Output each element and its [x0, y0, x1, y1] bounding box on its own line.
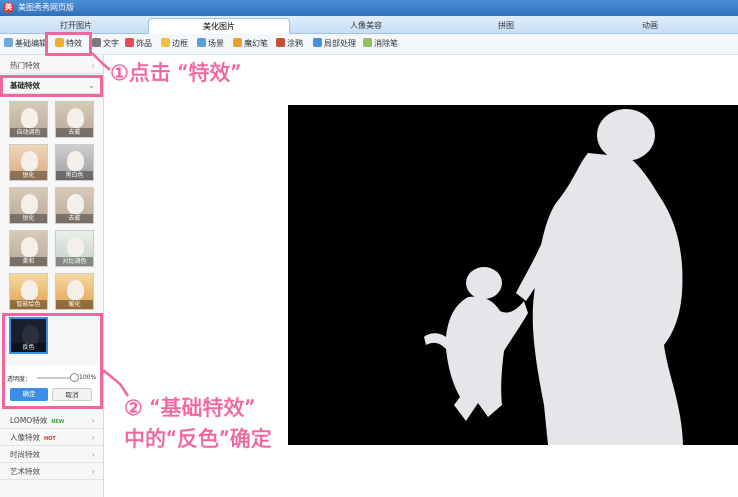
doll-image: [67, 280, 84, 300]
annotation-step-2-line2: 中的“反色”确定: [124, 427, 272, 452]
category-label: 时尚特效: [10, 450, 40, 459]
highlight-basic-effects: [0, 75, 103, 97]
doll-image: [67, 194, 84, 214]
category-fashion-effects[interactable]: 时尚特效 ›: [0, 446, 103, 463]
tab-open-image[interactable]: 打开图片: [20, 18, 132, 33]
tool-label: 饰品: [136, 39, 152, 48]
effect-thumb-auto-color[interactable]: 自动调色: [9, 101, 48, 138]
chevron-right-icon: ›: [91, 61, 95, 70]
effect-label: 锐化: [10, 171, 47, 180]
effect-label: 暖化: [56, 300, 93, 309]
tool-eraser[interactable]: 消除笔: [363, 37, 398, 51]
tool-basic-edit[interactable]: 基础编辑: [4, 37, 47, 51]
highlight-invert-panel: [2, 313, 103, 409]
tool-label: 局部处理: [324, 39, 356, 48]
effect-label: 锐化: [10, 214, 47, 223]
category-label: 人像特效: [10, 433, 40, 442]
ornament-icon: [125, 38, 134, 47]
tool-frame[interactable]: 边框: [161, 37, 188, 51]
annotation-step-1: ①点击 “特效”: [110, 61, 242, 86]
inverted-silhouette-image: [424, 109, 683, 445]
effect-label: 去雾: [56, 128, 93, 137]
doll-image: [21, 237, 38, 257]
scene-icon: [197, 38, 206, 47]
tool-doodle[interactable]: 涂鸦: [276, 37, 303, 51]
local-adjust-icon: [313, 38, 322, 47]
window-title: 美图秀秀网页版: [18, 3, 74, 12]
effect-thumb-smart-color[interactable]: 智能绘色: [9, 273, 48, 310]
doll-image: [21, 280, 38, 300]
edit-icon: [4, 38, 13, 47]
category-label: LOMO特效: [10, 416, 48, 425]
tool-scene[interactable]: 场景: [197, 37, 224, 51]
category-hot-effects[interactable]: 热门特效 ›: [0, 57, 103, 74]
effect-thumb-sharpen[interactable]: 锐化: [9, 144, 48, 181]
text-icon: [92, 38, 101, 47]
effect-thumb-dehaze-2[interactable]: 去雾: [55, 187, 94, 224]
tool-label: 消除笔: [374, 39, 398, 48]
category-portrait-effects[interactable]: 人像特效 HOT ›: [0, 429, 103, 446]
effect-thumb-sharpen-2[interactable]: 锐化: [9, 187, 48, 224]
effect-label: 去雾: [56, 214, 93, 223]
annotation-step-2-line1: ② “基础特效”: [124, 396, 256, 421]
effect-label: 智能绘色: [10, 300, 47, 309]
tab-beautify[interactable]: 美化图片: [148, 18, 290, 34]
effect-thumb-black-white[interactable]: 黑白色: [55, 144, 94, 181]
effect-thumb-warm[interactable]: 暖化: [55, 273, 94, 310]
doll-image: [21, 151, 38, 171]
tool-text[interactable]: 文字: [92, 37, 119, 51]
app-logo-icon: 美: [3, 2, 14, 13]
tool-label: 涂鸦: [287, 39, 303, 48]
chevron-right-icon: ›: [91, 433, 95, 442]
tool-local-adjust[interactable]: 局部处理: [313, 37, 356, 51]
tool-label: 场景: [208, 39, 224, 48]
tool-label: 魔幻笔: [244, 39, 268, 48]
eraser-icon: [363, 38, 372, 47]
toolbar: 基础编辑 特效 文字 饰品 边框 场景 魔幻笔 涂鸦 局部处理 消除笔: [0, 34, 738, 55]
tab-portrait[interactable]: 人像美容: [296, 18, 436, 33]
effect-label: 自动调色: [10, 128, 47, 137]
tool-magic-pen[interactable]: 魔幻笔: [233, 37, 268, 51]
doll-image: [67, 151, 84, 171]
doll-image: [67, 237, 84, 257]
effect-label: 黑白色: [56, 171, 93, 180]
edited-photo[interactable]: [288, 105, 738, 445]
hot-badge: HOT: [44, 436, 56, 442]
tab-animation[interactable]: 动画: [580, 18, 720, 33]
doodle-icon: [276, 38, 285, 47]
chevron-right-icon: ›: [91, 416, 95, 425]
tab-collage[interactable]: 拼图: [444, 18, 568, 33]
highlight-effects-tool: [45, 32, 92, 56]
category-label: 热门特效: [10, 61, 40, 70]
doll-image: [21, 108, 38, 128]
chevron-right-icon: ›: [91, 450, 95, 459]
title-bar: 美 美图秀秀网页版: [0, 0, 738, 16]
new-badge: NEW: [51, 419, 65, 425]
magic-pen-icon: [233, 38, 242, 47]
category-lomo-effects[interactable]: LOMO特效 NEW ›: [0, 412, 103, 429]
effect-label: 对比调色: [56, 257, 93, 266]
chevron-right-icon: ›: [91, 467, 95, 476]
tool-label: 基础编辑: [15, 39, 47, 48]
tool-label: 文字: [103, 39, 119, 48]
category-art-effects[interactable]: 艺术特效 ›: [0, 463, 103, 480]
effect-thumb-soft[interactable]: 柔和: [9, 230, 48, 267]
frame-icon: [161, 38, 170, 47]
effect-thumb-dehaze[interactable]: 去雾: [55, 101, 94, 138]
tool-label: 边框: [172, 39, 188, 48]
effect-label: 柔和: [10, 257, 47, 266]
main-tab-bar: 打开图片 美化图片 人像美容 拼图 动画: [0, 16, 738, 34]
doll-image: [67, 108, 84, 128]
effect-thumb-contrast[interactable]: 对比调色: [55, 230, 94, 267]
category-label: 艺术特效: [10, 467, 40, 476]
doll-image: [21, 194, 38, 214]
tool-ornament[interactable]: 饰品: [125, 37, 152, 51]
